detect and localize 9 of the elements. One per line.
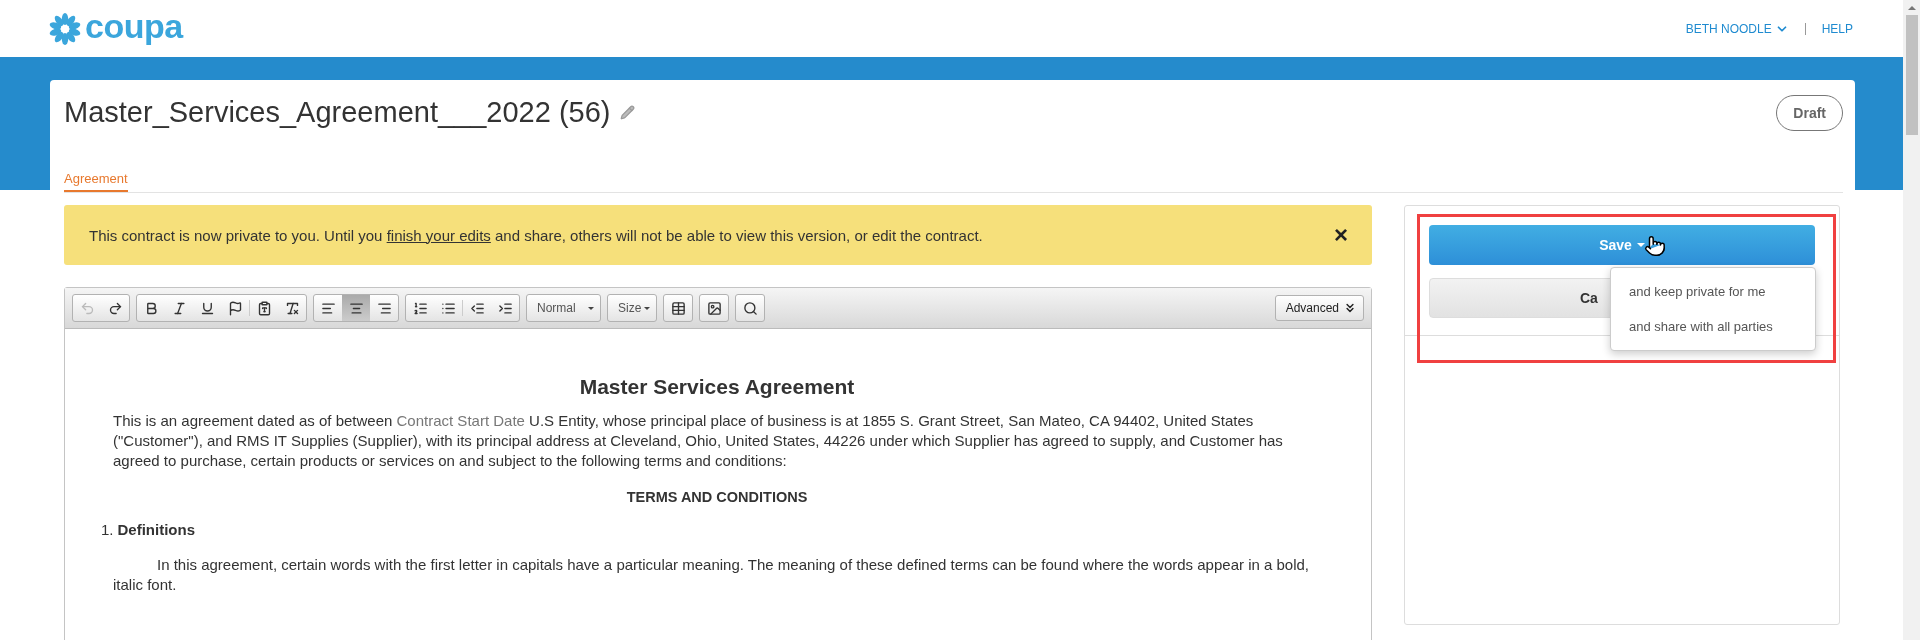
clause-number: 1. <box>101 520 114 540</box>
section-heading: TERMS AND CONDITIONS <box>625 488 809 507</box>
clause-paragraph: In this agreement, certain words with the first letter in capitals have a particular meaning. The meaning of these defined terms can be found where the words appear in a bold, italic font. <box>113 555 1311 595</box>
document-heading: Master Services Agreement <box>578 377 856 397</box>
notice-text: This contract is now private to you. Until you finish your edits and share, others will not be able to view this version, or edit the contract. <box>89 226 983 244</box>
logo-wordmark: coupa <box>85 8 183 43</box>
clause-title: Definitions <box>117 520 195 540</box>
contract-title: Master_Services_Agreement___2022 (56) <box>64 96 611 129</box>
intro-paragraph: This is an agreement dated as of between Contract Start Date U.S Entity, whose principal place of business is at 1855 S. Grant Street, San Mateo, CA 94402, United States ("Customer"), and RMS IT Supplies (Supplier), with its principal address at Cleveland, Ohio, United States, 44226 under which Supplier has agreed to supply, and Customer has agreed to purchase, certain products or services on and subject to the following terms and conditions: <box>113 411 1284 471</box>
